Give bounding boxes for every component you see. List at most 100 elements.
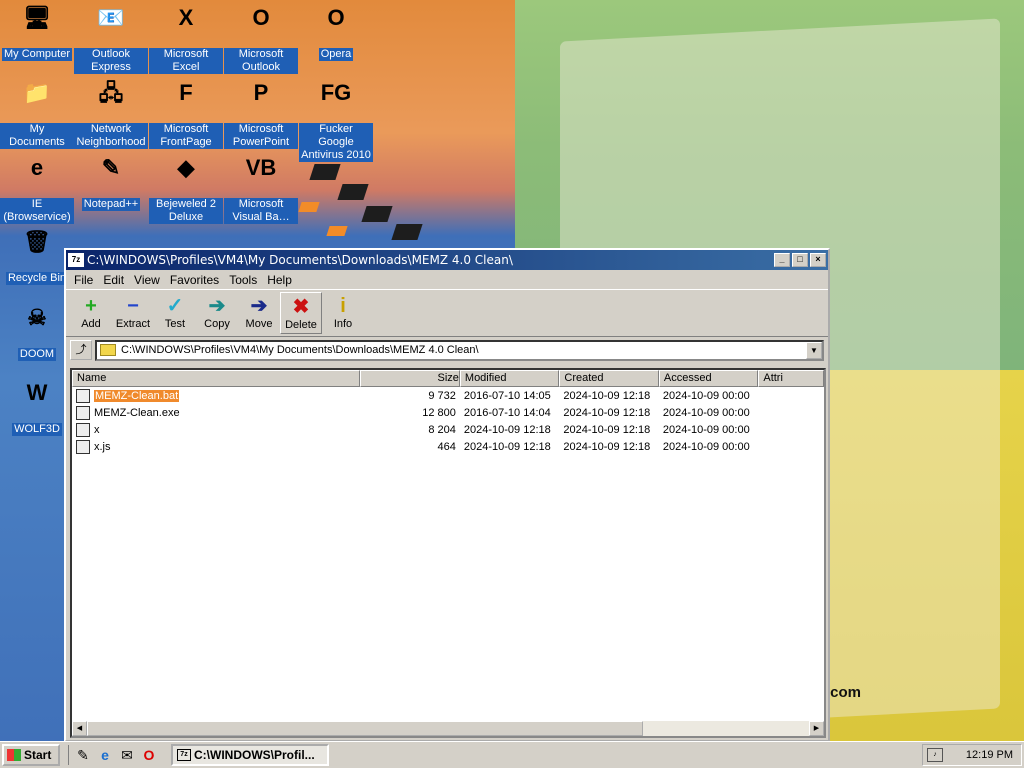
file-modified-cell: 2024-10-09 12:18 [463,440,551,453]
copy-icon: ➔ [208,295,226,317]
minimize-button[interactable]: _ [774,253,790,267]
ie-icon[interactable]: e [95,745,115,765]
menu-bar: File Edit View Favorites Tools Help [66,270,828,289]
desktop-icon[interactable]: 🖧 Network Neighborhood [74,77,148,149]
desktop-icon[interactable]: ◆ Bejeweled 2 Deluxe [149,152,223,224]
desktop-icon[interactable]: P Microsoft PowerPoint [224,77,298,149]
toolbar-label: Add [81,318,101,330]
delete-button[interactable]: ✖ Delete [280,292,322,334]
delete-icon: ✖ [292,296,310,318]
volume-icon[interactable]: ♪ [927,748,943,762]
file-icon [76,405,90,420]
desktop-icon[interactable]: O Opera [299,2,373,61]
7zip-app-icon: 7z [177,749,191,761]
column-header-created[interactable]: Created [559,370,659,387]
dropdown-arrow-icon[interactable]: ▼ [806,341,822,359]
desktop-icon[interactable]: 📧 Outlook Express [74,2,148,74]
desktop-icon-label: Microsoft PowerPoint [224,123,298,149]
outlook-express-icon[interactable]: ✉ [117,745,137,765]
add-icon: + [85,295,97,317]
column-header-attri[interactable]: Attri [758,370,824,387]
file-size-cell: 9 732 [428,389,456,402]
toolbar-label: Move [245,318,273,330]
desktop-icon[interactable]: VB Microsoft Visual Ba… [224,152,298,224]
7zip-file-manager-window[interactable]: 7z C:\WINDOWS\Profiles\VM4\My Documents\… [64,248,830,742]
scroll-left-button[interactable]: ◀ [72,721,87,736]
column-header-modified[interactable]: Modified [459,370,560,387]
add-button[interactable]: + Add [70,292,112,334]
column-header-accessed[interactable]: Accessed [658,370,759,387]
menu-file[interactable]: File [70,273,99,287]
desktop-icon-label: Microsoft FrontPage [149,123,223,149]
desktop-icon-label: Network Neighborhood [74,123,148,149]
desktop-icon[interactable]: ☠ DOOM [0,302,74,361]
desktop-icon-label: WOLF3D [12,423,62,436]
menu-edit[interactable]: Edit [99,273,130,287]
info-icon: i [340,295,346,317]
copy-button[interactable]: ➔ Copy [196,292,238,334]
scroll-right-button[interactable]: ▶ [809,721,824,736]
up-folder-button[interactable]: ⤴ [70,340,92,360]
menu-favorites[interactable]: Favorites [166,273,225,287]
menu-tools[interactable]: Tools [225,273,263,287]
desktop-icon[interactable]: 🖥 My Computer [0,2,74,61]
title-bar[interactable]: 7z C:\WINDOWS\Profiles\VM4\My Documents\… [66,250,828,270]
desktop-icon-label: Bejeweled 2 Deluxe [149,198,223,224]
file-modified-cell: 2024-10-09 12:18 [463,423,551,436]
menu-help[interactable]: Help [263,273,298,287]
table-row[interactable]: x.js 464 2024-10-09 12:18 2024-10-09 12:18 2… [72,438,824,455]
desktop-icon-label: Microsoft Visual Ba… [224,198,298,224]
scroll-track[interactable] [643,721,809,736]
desktop-icon[interactable]: 📁 My Documents [0,77,74,149]
wallpaper-decoration [298,202,320,212]
file-name-cell: MEMZ-Clean.bat [72,388,360,403]
address-field[interactable]: C:\WINDOWS\Profiles\VM4\My Documents\Dow… [95,339,824,361]
desktop-icon[interactable]: X Microsoft Excel [149,2,223,74]
toolbar-label: Copy [204,318,230,330]
start-button[interactable]: Start [2,744,60,766]
table-row[interactable]: MEMZ-Clean.bat 9 732 2016-07-10 14:05 2024-… [72,387,824,404]
column-header-name[interactable]: Name [72,370,361,387]
maximize-button[interactable]: □ [792,253,808,267]
horizontal-scrollbar[interactable]: ◀ ▶ [72,721,824,736]
desktop-icon[interactable]: O Microsoft Outlook [224,2,298,74]
close-button[interactable]: × [810,253,826,267]
file-size-cell: 8 204 [428,423,456,436]
table-row[interactable]: x 8 204 2024-10-09 12:18 2024-10-09 12:18 20… [72,421,824,438]
show-desktop-icon[interactable]: ✎ [73,745,93,765]
bejeweled-icon: ◆ [177,155,195,180]
task-button-label: C:\WINDOWS\Profil... [194,748,315,762]
file-accessed-cell: 2024-10-09 00:00 [662,440,750,453]
file-icon [76,422,90,437]
move-button[interactable]: ➔ Move [238,292,280,334]
table-row[interactable]: MEMZ-Clean.exe 12 800 2016-07-10 14:04 2024… [72,404,824,421]
info-button[interactable]: i Info [322,292,364,334]
desktop-icon[interactable]: 🗑 Recycle Bin [0,226,74,285]
scroll-thumb[interactable] [87,721,643,736]
file-modified-cell: 2016-07-10 14:05 [463,389,551,402]
clock[interactable]: 12:19 PM [966,749,1013,761]
powerpoint-icon: P [253,80,269,105]
windows-logo-icon [7,749,21,761]
desktop-icon[interactable]: ✎ Notepad++ [74,152,148,211]
wolf3d-icon: W [26,380,48,405]
toolbar-label: Delete [285,319,317,331]
desktop-icon-label: My Computer [1,48,73,61]
desktop-icon[interactable]: e IE (Browservice) [0,152,74,224]
test-button[interactable]: ✓ Test [154,292,196,334]
file-modified-cell: 2016-07-10 14:04 [463,406,551,419]
desktop-icon[interactable]: FG Fucker Google Antivirus 2010 [299,77,373,162]
opera-icon[interactable]: O [139,745,159,765]
wallpaper-decoration [391,224,423,240]
column-header-size[interactable]: Size [360,370,460,387]
extract-button[interactable]: − Extract [112,292,154,334]
7zip-app-icon: 7z [68,253,84,267]
recycle-bin-icon: 🗑 [23,229,51,254]
menu-view[interactable]: View [130,273,166,287]
desktop-icon[interactable]: W WOLF3D [0,377,74,436]
task-button-7zip[interactable]: 7z C:\WINDOWS\Profil... [171,744,329,766]
file-list[interactable]: Name Size Modified Created Accessed Attri MEM… [70,368,826,738]
toolbar-label: Test [164,318,186,330]
desktop-icon[interactable]: F Microsoft FrontPage [149,77,223,149]
toolbar-label: Info [333,318,353,330]
